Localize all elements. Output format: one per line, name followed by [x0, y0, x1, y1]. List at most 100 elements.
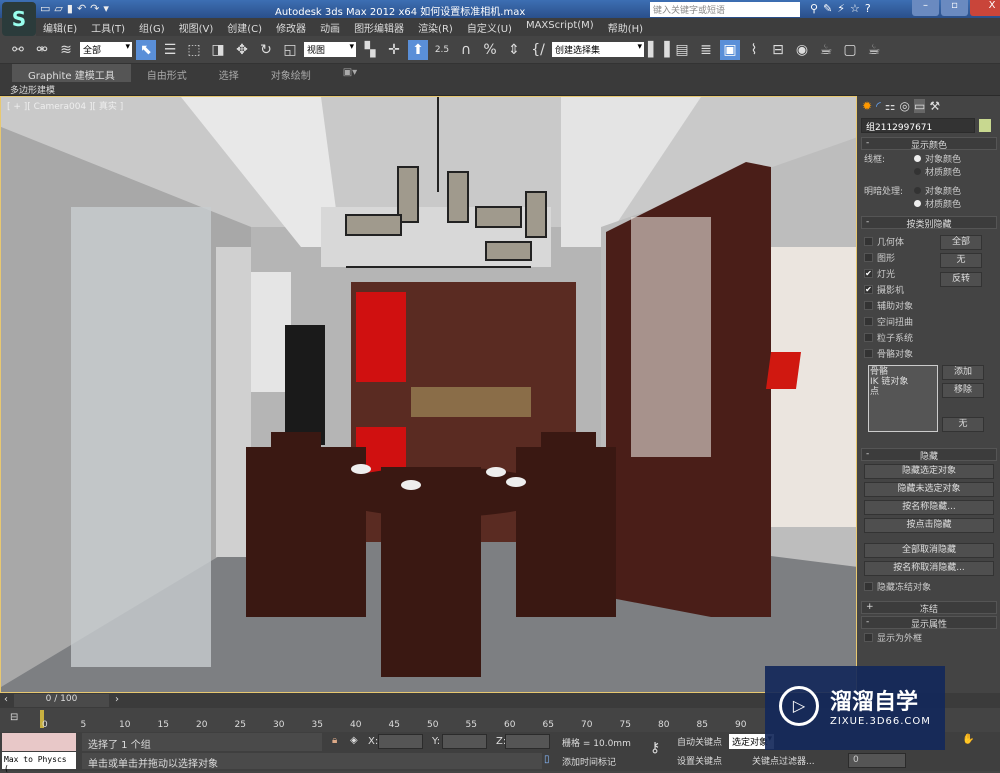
polygon-modeling-tab[interactable]: 多边形建模 — [0, 82, 65, 97]
list-item[interactable]: IK 链对象 — [870, 377, 936, 387]
rotate-icon[interactable]: ↻ — [256, 40, 276, 60]
rect-selection-icon[interactable]: ⬚ — [184, 40, 204, 60]
time-tag-icon[interactable]: ▯ — [544, 754, 550, 765]
tab-graphite[interactable]: Graphite 建模工具 — [12, 64, 131, 82]
track-bar[interactable]: ⊟ 0 5 10 15 20 25 30 35 40 45 50 55 60 65 70 75 80 85 90 — [0, 708, 765, 732]
unhide-all-button[interactable]: 全部取消隐藏 — [864, 543, 994, 558]
menu-rendering[interactable]: 渲染(R) — [411, 18, 460, 36]
maxscript-mini-listener[interactable] — [2, 733, 76, 751]
camera-viewport[interactable]: [ + ][ Camera004 ][ 真实 ] — [0, 96, 857, 693]
next-frame-icon[interactable]: › — [115, 694, 119, 705]
hierarchy-tab-icon[interactable]: ⚏ — [885, 99, 896, 113]
percent-snap-icon[interactable]: % — [480, 40, 500, 60]
menu-tools[interactable]: 工具(T) — [84, 18, 132, 36]
material-editor-icon[interactable]: ◉ — [792, 40, 812, 60]
wireframe-object-color-radio[interactable] — [914, 155, 921, 162]
satellite-icon[interactable]: ⚡ — [837, 2, 850, 15]
render-production-icon[interactable]: ☕ — [864, 40, 884, 60]
tab-object-paint[interactable]: 对象绘制 — [255, 64, 327, 82]
motion-tab-icon[interactable]: ◎ — [899, 99, 909, 113]
y-coordinate-field[interactable] — [442, 734, 487, 749]
curve-editor-icon[interactable]: ⌇ — [744, 40, 764, 60]
rollout-hide-by-category[interactable]: - 按类别隐藏 — [861, 216, 997, 230]
rollout-display-properties[interactable]: - 显示属性 — [861, 616, 997, 630]
checkbox-lights[interactable]: ✔ — [864, 268, 873, 278]
create-tab-icon[interactable]: ✹ — [862, 99, 872, 113]
add-time-tag[interactable]: 添加时间标记 — [562, 755, 616, 768]
invert-button[interactable]: 反转 — [940, 272, 982, 287]
display-tab-icon[interactable]: ▭ — [913, 99, 926, 113]
maximize-button[interactable]: ▫ — [941, 0, 968, 16]
all-button[interactable]: 全部 — [940, 235, 982, 250]
tab-freeform[interactable]: 自由形式 — [131, 64, 203, 82]
bind-spacewarp-icon[interactable]: ≋ — [56, 40, 76, 60]
checkbox-bones[interactable] — [864, 348, 873, 358]
menu-help[interactable]: 帮助(H) — [601, 18, 650, 36]
spinner-snap-icon[interactable]: ⇕ — [504, 40, 524, 60]
current-frame-field[interactable]: 0 — [848, 753, 906, 768]
pan-icon[interactable]: ✋ — [962, 734, 974, 745]
menu-animation[interactable]: 动画 — [313, 18, 347, 36]
list-item[interactable]: 点 — [870, 387, 936, 397]
checkbox-cameras[interactable]: ✔ — [864, 284, 873, 294]
menu-maxscript[interactable]: MAXScript(M) — [519, 18, 601, 36]
shaded-material-color-radio[interactable] — [914, 200, 921, 207]
none-list-button[interactable]: 无 — [942, 417, 984, 432]
object-name-field[interactable]: 组2112997671 — [861, 118, 975, 133]
remove-button[interactable]: 移除 — [942, 383, 984, 398]
scale-icon[interactable]: ◱ — [280, 40, 300, 60]
undo-icon[interactable]: ↶ — [77, 2, 90, 15]
move-icon[interactable]: ✥ — [232, 40, 252, 60]
checkbox-shapes[interactable] — [864, 252, 873, 262]
close-button[interactable]: X — [970, 0, 1000, 16]
time-slider-thumb[interactable]: 0 / 100 — [14, 694, 109, 707]
hide-unselected-button[interactable]: 隐藏未选定对象 — [864, 482, 994, 497]
infocenter-tools[interactable]: ⚲✎⚡☆? — [810, 2, 876, 15]
viewport-label[interactable]: [ + ][ Camera004 ][ 真实 ] — [7, 99, 123, 112]
menu-modifiers[interactable]: 修改器 — [269, 18, 313, 36]
wireframe-material-color-radio[interactable] — [914, 168, 921, 175]
edit-named-selection-icon[interactable]: {/ — [528, 40, 548, 60]
rollout-freeze[interactable]: + 冻结 — [861, 601, 997, 615]
add-button[interactable]: 添加 — [942, 365, 984, 380]
quick-access-toolbar[interactable]: ▭▱▮↶↷▾ — [40, 2, 113, 15]
hide-selected-button[interactable]: 隐藏选定对象 — [864, 464, 994, 479]
display-as-box-checkbox[interactable] — [864, 633, 873, 642]
none-button[interactable]: 无 — [940, 253, 982, 268]
snap-toggle-icon[interactable]: 2.5 — [432, 40, 452, 60]
hide-by-name-button[interactable]: 按名称隐藏... — [864, 500, 994, 515]
customize-icon[interactable]: ▾ — [103, 2, 113, 15]
menu-graph-editors[interactable]: 图形编辑器 — [347, 18, 411, 36]
curve-editor-mini-icon[interactable]: ⊟ — [10, 712, 18, 723]
manipulate-icon[interactable]: ✛ — [384, 40, 404, 60]
rendered-frame-icon[interactable]: ▢ — [840, 40, 860, 60]
modify-tab-icon[interactable]: ◜ — [876, 99, 881, 113]
lock-selection-icon[interactable]: 🔒︎ — [332, 735, 337, 746]
ref-coord-dropdown[interactable]: 视图 — [304, 42, 356, 57]
rollout-hide[interactable]: - 隐藏 — [861, 448, 997, 462]
binoculars-icon[interactable]: ⚲ — [810, 2, 823, 15]
checkbox-particles[interactable] — [864, 332, 873, 342]
minimize-button[interactable]: – — [912, 0, 939, 16]
prev-frame-icon[interactable]: ‹ — [4, 694, 8, 705]
checkbox-spacewarps[interactable] — [864, 316, 873, 326]
search-input[interactable]: 键入关键字或短语 — [650, 2, 800, 17]
hide-by-hit-button[interactable]: 按点击隐藏 — [864, 518, 994, 533]
help-icon[interactable]: ? — [865, 2, 876, 15]
open-file-icon[interactable]: ▱ — [54, 2, 66, 15]
utilities-tab-icon[interactable]: ⚒ — [929, 99, 940, 113]
shaded-object-color-radio[interactable] — [914, 187, 921, 194]
select-by-name-icon[interactable]: ☰ — [160, 40, 180, 60]
checkbox-geometry[interactable] — [864, 236, 873, 246]
list-item[interactable]: 骨骼 — [870, 367, 936, 377]
layer-manager-icon[interactable]: ≣ — [696, 40, 716, 60]
select-object-icon[interactable]: ⬉ — [136, 39, 156, 60]
named-selection-dropdown[interactable]: 创建选择集 — [552, 42, 644, 57]
absolute-mode-icon[interactable]: ◈ — [350, 735, 358, 746]
unhide-by-name-button[interactable]: 按名称取消隐藏... — [864, 561, 994, 576]
angle-snap-icon[interactable]: ∩ — [456, 40, 476, 60]
key-filters-button[interactable]: 关键点过滤器... — [752, 754, 815, 767]
app-logo-button[interactable]: S — [2, 2, 36, 36]
star-icon[interactable]: ☆ — [850, 2, 865, 15]
maxscript-input[interactable]: Max to Physcs ( — [2, 752, 76, 773]
